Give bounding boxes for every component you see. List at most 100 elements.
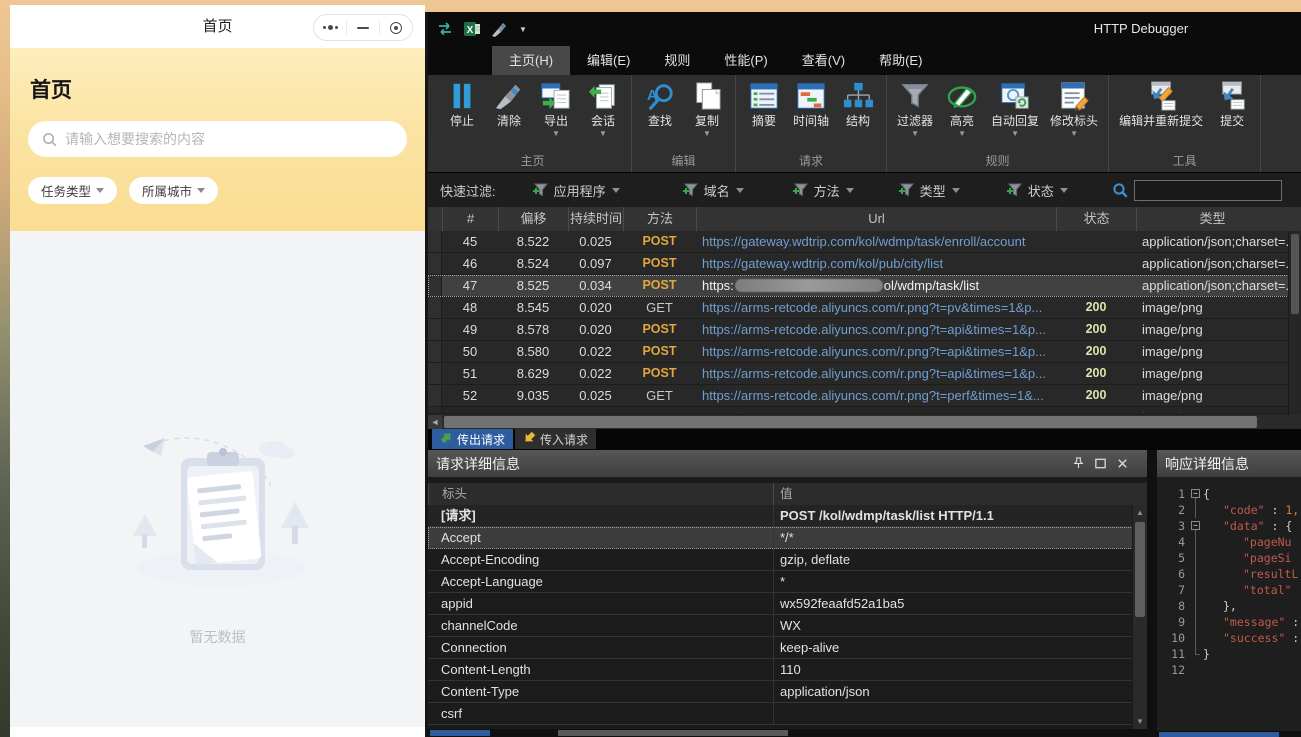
debugger-titlebar: X ▼ HTTP Debugger — [428, 12, 1301, 46]
maximize-icon[interactable] — [1094, 457, 1107, 470]
qat-dropdown-icon[interactable]: ▼ — [519, 25, 527, 34]
dropdown-caret-icon[interactable]: ▼ — [703, 129, 711, 140]
column-header-方法[interactable]: 方法 — [623, 207, 696, 231]
ribbon-button-过滤器[interactable]: 过滤器▼ — [894, 78, 936, 141]
ribbon-button-结构[interactable]: 结构 — [837, 78, 879, 141]
search-box[interactable] — [28, 121, 407, 157]
panel-splitter[interactable] — [1147, 450, 1157, 737]
fold-toggle-icon[interactable]: − — [1189, 518, 1203, 534]
column-header-Url[interactable]: Url — [696, 207, 1056, 231]
ribbon-button-自动回复[interactable]: 自动回复▼ — [988, 78, 1042, 141]
ribbon-button-时间轴[interactable]: 时间轴 — [790, 78, 832, 141]
header-row[interactable]: [请求]POST /kol/wdmp/task/list HTTP/1.1 — [428, 505, 1147, 527]
menu-tab-查看(V)[interactable]: 查看(V) — [785, 46, 862, 75]
column-header-#[interactable]: # — [442, 207, 498, 231]
request-table-vertical-scrollbar[interactable] — [1288, 231, 1301, 415]
search-input[interactable] — [65, 131, 407, 147]
target-icon — [390, 22, 402, 34]
scroll-left-arrow-icon[interactable]: ◄ — [428, 415, 442, 429]
column-header-marker[interactable] — [428, 207, 442, 231]
fold-toggle-icon[interactable]: − — [1189, 486, 1203, 502]
stream-tab-传出请求[interactable]: 传出请求 — [432, 429, 513, 449]
table-row[interactable]: 508.5800.022POSThttps://arms-retcode.ali… — [428, 341, 1301, 363]
export-icon — [541, 81, 571, 111]
quick-filter-状态[interactable]: 状态 — [1006, 181, 1068, 200]
code-line: 3−"data" : { — [1157, 518, 1301, 534]
dropdown-caret-icon[interactable]: ▼ — [1011, 129, 1019, 140]
table-row[interactable]: 498.5780.020POSThttps://arms-retcode.ali… — [428, 319, 1301, 341]
quick-filter-域名[interactable]: 域名 — [682, 181, 744, 200]
ribbon-button-会话[interactable]: 会话▼ — [582, 78, 624, 141]
menu-tab-主页(H)[interactable]: 主页(H) — [492, 46, 570, 75]
ribbon-button-清除[interactable]: 清除 — [488, 78, 530, 141]
swap-icon[interactable] — [436, 20, 454, 38]
request-details-titlebar: 请求详细信息 — [428, 450, 1147, 477]
code-line: 5"pageSi — [1157, 550, 1301, 566]
minimize-button[interactable] — [347, 15, 379, 40]
headers-horizontal-scrollbar[interactable] — [428, 729, 1147, 737]
scroll-up-arrow-icon[interactable]: ▲ — [1133, 505, 1147, 520]
dropdown-caret-icon[interactable]: ▼ — [1070, 129, 1078, 140]
column-header-偏移[interactable]: 偏移 — [498, 207, 568, 231]
close-icon[interactable] — [1116, 457, 1129, 470]
header-row[interactable]: Connectionkeep-alive — [428, 637, 1147, 659]
cell-num: 48 — [442, 297, 498, 318]
header-row[interactable]: Accept-Encodinggzip, deflate — [428, 549, 1147, 571]
menu-tab-编辑(E)[interactable]: 编辑(E) — [570, 46, 647, 75]
header-row[interactable]: Content-Typeapplication/json — [428, 681, 1147, 703]
column-header-持续时间[interactable]: 持续时间 — [568, 207, 623, 231]
ribbon-button-复制[interactable]: 复制▼ — [686, 78, 728, 141]
response-horizontal-scrollbar[interactable] — [1157, 731, 1301, 737]
quick-filter-label-text: 域名 — [704, 181, 730, 200]
headers-vertical-scrollbar[interactable]: ▲ ▼ — [1132, 505, 1147, 729]
ribbon-button-提交[interactable]: 提交 — [1211, 78, 1253, 141]
excel-export-icon[interactable]: X — [463, 20, 481, 38]
request-table-horizontal-scrollbar[interactable]: ◄ — [428, 415, 1301, 429]
header-row[interactable]: channelCodeWX — [428, 615, 1147, 637]
menu-tab-性能(P)[interactable]: 性能(P) — [707, 46, 784, 75]
header-row[interactable]: Content-Length110 — [428, 659, 1147, 681]
pin-icon[interactable] — [1072, 457, 1085, 470]
ribbon-button-导出[interactable]: 导出▼ — [535, 78, 577, 141]
ribbon-button-查找[interactable]: A查找 — [639, 78, 681, 141]
ribbon-button-编辑并重新提交[interactable]: 编辑并重新提交 — [1116, 78, 1206, 141]
stream-tab-传入请求[interactable]: 传入请求 — [515, 429, 596, 449]
ribbon-button-修改标头[interactable]: 修改标头▼ — [1047, 78, 1101, 141]
code-line: 1−{ — [1157, 486, 1301, 502]
column-header-类型[interactable]: 类型 — [1136, 207, 1288, 231]
table-row[interactable]: 529.0350.025GEThttps://arms-retcode.aliy… — [428, 385, 1301, 407]
row-marker — [428, 363, 442, 384]
ribbon-button-摘要[interactable]: 摘要 — [743, 78, 785, 141]
dropdown-caret-icon[interactable]: ▼ — [599, 129, 607, 140]
quick-filter-类型[interactable]: 类型 — [898, 181, 960, 200]
clear-brush-icon[interactable] — [490, 20, 508, 38]
menu-tab-帮助(E)[interactable]: 帮助(E) — [862, 46, 939, 75]
table-search-input[interactable] — [1134, 180, 1282, 201]
table-row[interactable]: 488.5450.020GEThttps://arms-retcode.aliy… — [428, 297, 1301, 319]
ribbon-button-高亮[interactable]: 高亮▼ — [941, 78, 983, 141]
ribbon-button-label: 停止 — [450, 113, 474, 129]
ribbon-button-停止[interactable]: 停止 — [441, 78, 483, 141]
header-row[interactable]: Accept-Language* — [428, 571, 1147, 593]
empty-state-text: 暂无数据 — [10, 627, 425, 647]
header-row[interactable]: Accept*/* — [428, 527, 1147, 549]
table-row[interactable]: 478.5250.034POSThttps:ol/wdmp/task/lista… — [428, 275, 1301, 297]
table-row[interactable]: 518.6290.022POSThttps://arms-retcode.ali… — [428, 363, 1301, 385]
dropdown-caret-icon[interactable]: ▼ — [958, 129, 966, 140]
table-row[interactable]: 458.5220.025POSThttps://gateway.wdtrip.c… — [428, 231, 1301, 253]
scroll-down-arrow-icon[interactable]: ▼ — [1133, 714, 1147, 729]
quick-filter-应用程序[interactable]: 应用程序 — [532, 181, 620, 200]
close-capsule-button[interactable] — [380, 15, 412, 40]
header-row[interactable]: csrf — [428, 703, 1147, 725]
response-json-viewer[interactable]: 1−{2"code" : 1,3−"data" : {4"pageNu5"pag… — [1157, 477, 1301, 737]
column-header-状态[interactable]: 状态 — [1056, 207, 1136, 231]
table-row[interactable]: 468.5240.097POSThttps://gateway.wdtrip.c… — [428, 253, 1301, 275]
dropdown-caret-icon[interactable]: ▼ — [552, 129, 560, 140]
quick-filter-方法[interactable]: 方法 — [792, 181, 854, 200]
more-button[interactable] — [314, 15, 346, 40]
filter-pill-所属城市[interactable]: 所属城市 — [129, 177, 218, 204]
menu-tab-规则[interactable]: 规则 — [647, 46, 707, 75]
dropdown-caret-icon[interactable]: ▼ — [911, 129, 919, 140]
header-row[interactable]: appidwx592feaafd52a1ba5 — [428, 593, 1147, 615]
filter-pill-任务类型[interactable]: 任务类型 — [28, 177, 117, 204]
